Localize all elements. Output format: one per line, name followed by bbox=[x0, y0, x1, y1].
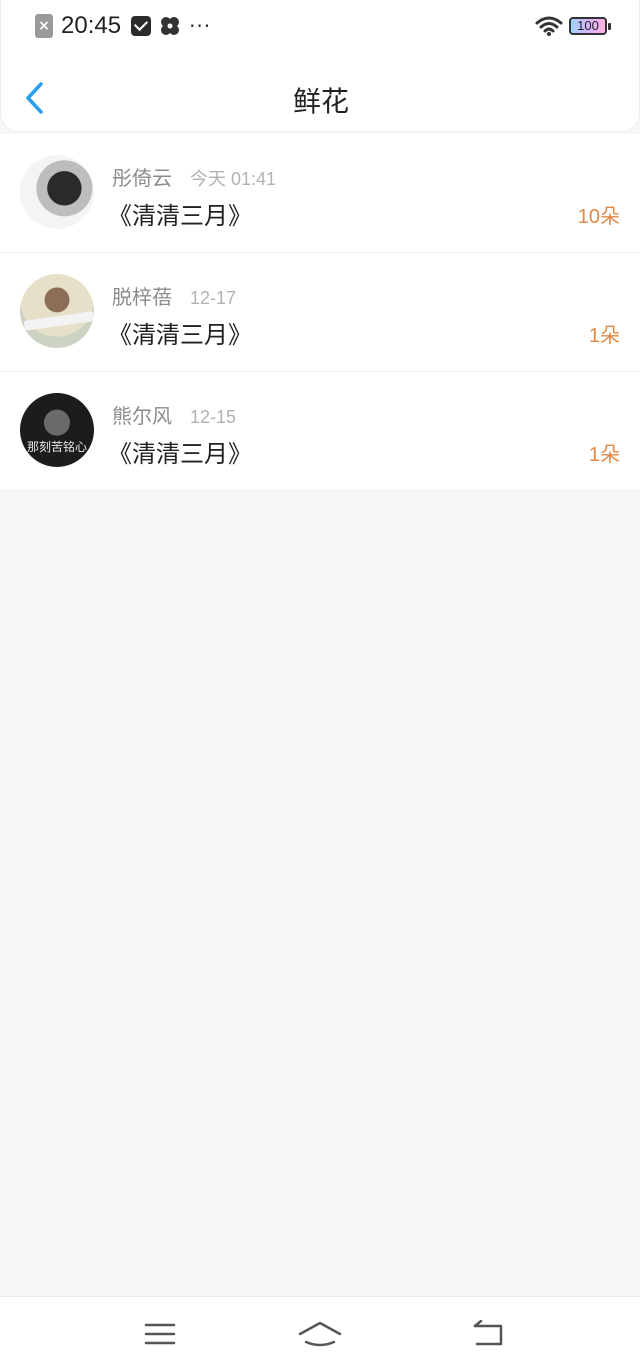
menu-button[interactable] bbox=[142, 1319, 178, 1349]
item-meta: 脱梓蓓 12-17 bbox=[112, 281, 236, 310]
home-icon bbox=[298, 1321, 342, 1347]
username[interactable]: 熊尔风 bbox=[112, 400, 172, 429]
home-button[interactable] bbox=[298, 1319, 342, 1349]
status-time: 20:45 bbox=[61, 12, 122, 39]
flower-count: 1朵 bbox=[588, 325, 620, 347]
status-bar-left: × 20:45 ··· bbox=[35, 12, 211, 40]
close-notification-icon: × bbox=[35, 14, 53, 38]
book-title[interactable]: 《清清三月》 bbox=[108, 434, 252, 469]
title-bar: 鲜花 bbox=[1, 64, 640, 132]
avatar-caption: 那刻苦铭心 bbox=[26, 440, 87, 454]
avatar[interactable]: 那刻苦铭心 bbox=[20, 393, 94, 467]
system-nav-bar bbox=[0, 1296, 640, 1372]
back-nav-button[interactable] bbox=[470, 1319, 506, 1349]
wifi-icon bbox=[535, 16, 563, 36]
header: × 20:45 ··· 100 鲜花 bbox=[0, 0, 640, 132]
avatar[interactable] bbox=[20, 274, 94, 348]
username[interactable]: 彤倚云 bbox=[112, 162, 172, 191]
item-meta: 熊尔风 12-15 bbox=[112, 400, 236, 429]
pinwheel-icon bbox=[161, 17, 180, 35]
timestamp: 12-15 bbox=[190, 407, 237, 427]
page-title: 鲜花 bbox=[292, 85, 349, 118]
back-icon bbox=[473, 1320, 503, 1346]
timestamp: 12-17 bbox=[190, 288, 237, 308]
list-item[interactable]: 彤倚云 今天 01:41 《清清三月》 10朵 bbox=[0, 134, 640, 253]
avatar[interactable] bbox=[20, 155, 94, 229]
book-title[interactable]: 《清清三月》 bbox=[108, 196, 252, 231]
book-title[interactable]: 《清清三月》 bbox=[108, 315, 252, 350]
status-bar: × 20:45 ··· 100 bbox=[1, 0, 640, 52]
screen: × 20:45 ··· 100 鲜花 彤倚云 今天 01:41 《清清三月》 1… bbox=[0, 0, 640, 1372]
timestamp: 今天 01:41 bbox=[190, 169, 277, 189]
battery-icon: 100 bbox=[569, 17, 611, 35]
item-meta: 彤倚云 今天 01:41 bbox=[112, 162, 276, 191]
avatar-band bbox=[23, 311, 94, 331]
more-icon: ··· bbox=[189, 14, 212, 38]
list-item[interactable]: 那刻苦铭心 熊尔风 12-15 《清清三月》 1朵 bbox=[0, 372, 640, 491]
username[interactable]: 脱梓蓓 bbox=[112, 281, 172, 310]
flower-list: 彤倚云 今天 01:41 《清清三月》 10朵 脱梓蓓 12-17 《清清三月》… bbox=[0, 134, 640, 491]
flower-count: 10朵 bbox=[577, 206, 620, 228]
list-item[interactable]: 脱梓蓓 12-17 《清清三月》 1朵 bbox=[0, 253, 640, 372]
mail-icon bbox=[131, 16, 152, 36]
flower-count: 1朵 bbox=[588, 444, 620, 466]
menu-icon bbox=[144, 1323, 176, 1345]
status-bar-right: 100 bbox=[535, 12, 611, 40]
